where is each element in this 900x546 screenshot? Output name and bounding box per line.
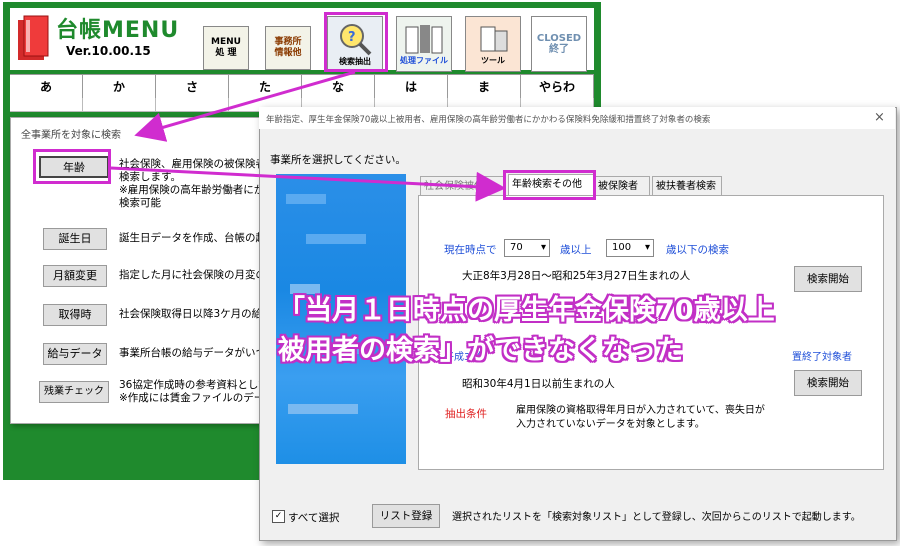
annotation-arrows [110, 70, 506, 202]
banner-line-1: 「当月１日時点の厚生年金保険70歳以上 [278, 295, 775, 326]
arrow-to-age-tab [110, 166, 506, 202]
arrow-to-search-dialog [134, 70, 356, 142]
banner-line-2: 被用者の検索」ができなくなった [278, 335, 683, 366]
annotation-banner: 「当月１日時点の厚生年金保険70歳以上 被用者の検索」ができなくなった [278, 291, 898, 371]
